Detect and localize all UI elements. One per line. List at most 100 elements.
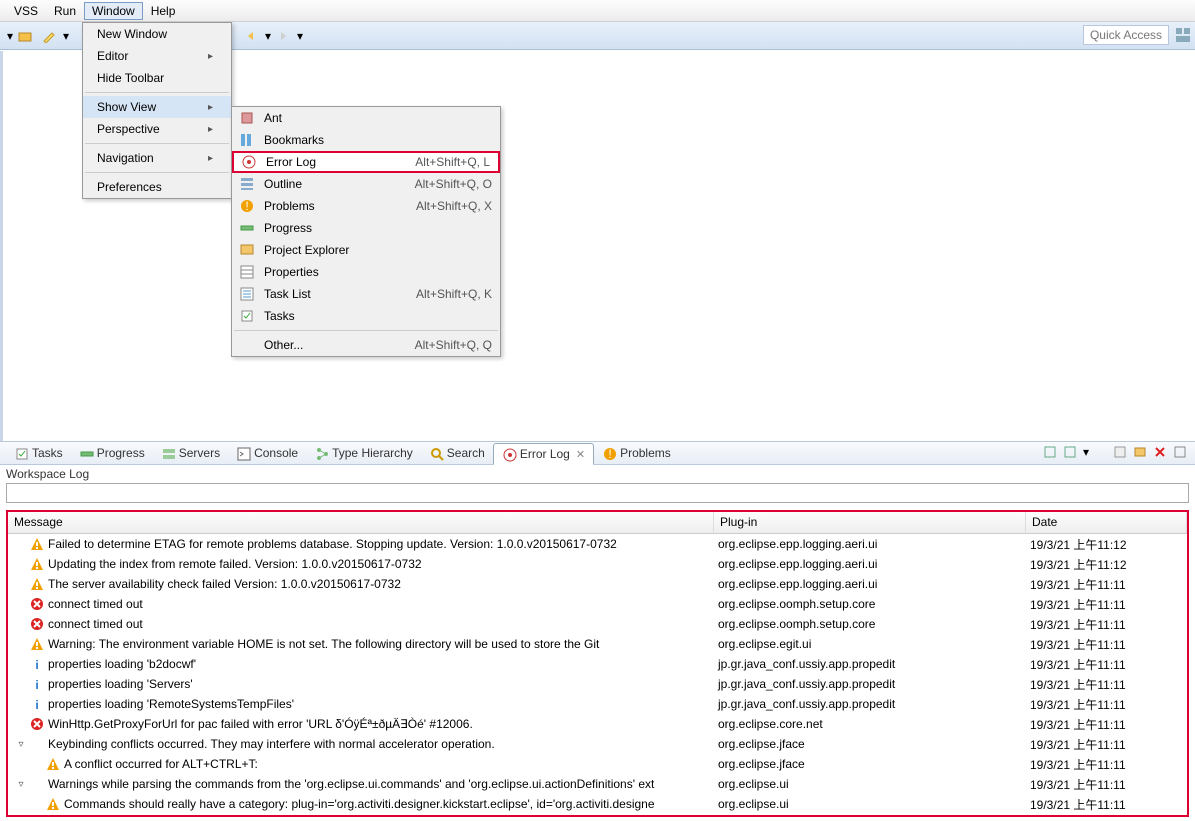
menu-item-new-window[interactable]: New Window: [83, 23, 231, 45]
row-message: Updating the index from remote failed. V…: [48, 557, 422, 571]
table-row[interactable]: connect timed outorg.eclipse.oomph.setup…: [8, 594, 1187, 614]
table-row[interactable]: Commands should really have a category: …: [8, 794, 1187, 814]
table-row[interactable]: iproperties loading 'b2docwf'jp.gr.java_…: [8, 654, 1187, 674]
submenu-item-tasks[interactable]: Tasks: [232, 305, 500, 327]
forward-icon[interactable]: [272, 25, 294, 47]
tab-label: Type Hierarchy: [332, 446, 413, 460]
submenu-item-progress[interactable]: Progress: [232, 217, 500, 239]
menu-vss[interactable]: VSS: [6, 2, 46, 20]
table-row[interactable]: WinHttp.GetProxyForUrl for pac failed wi…: [8, 714, 1187, 734]
tab-search[interactable]: Search: [421, 442, 493, 464]
forward-dd-icon[interactable]: ▾: [296, 25, 304, 47]
menu-item-preferences[interactable]: Preferences: [83, 176, 231, 198]
warn-icon: [46, 797, 60, 811]
tab-label: Servers: [179, 446, 220, 460]
menu-item-perspective[interactable]: Perspective: [83, 118, 231, 140]
menu-item-navigation[interactable]: Navigation: [83, 147, 231, 169]
tab-problems[interactable]: !Problems: [594, 442, 679, 464]
table-row[interactable]: Failed to determine ETAG for remote prob…: [8, 534, 1187, 554]
errorlog-icon: [502, 447, 516, 461]
menu-window[interactable]: Window: [84, 2, 143, 20]
menu-help[interactable]: Help: [143, 2, 184, 20]
submenu-label: Outline: [264, 177, 415, 191]
submenu-accel: Alt+Shift+Q, K: [416, 287, 492, 301]
restore-log-icon[interactable]: [1173, 445, 1189, 461]
row-plugin: org.eclipse.egit.ui: [714, 637, 1026, 651]
blank-icon: [238, 337, 256, 353]
table-row[interactable]: Warning: The environment variable HOME i…: [8, 634, 1187, 654]
back-icon[interactable]: [240, 25, 262, 47]
info-icon: i: [30, 677, 44, 691]
row-date: 19/3/21 上午11:11: [1026, 636, 1187, 653]
table-row[interactable]: iproperties loading 'RemoteSystemsTempFi…: [8, 694, 1187, 714]
tab-servers[interactable]: Servers: [153, 442, 228, 464]
menu-item-editor[interactable]: Editor: [83, 45, 231, 67]
table-row[interactable]: A conflict occurred for ALT+CTRL+T:org.e…: [8, 754, 1187, 774]
submenu-label: Tasks: [264, 309, 492, 323]
submenu-label: Ant: [264, 111, 492, 125]
toolbar-dropdown-icon[interactable]: ▾: [6, 25, 14, 47]
tab-error-log[interactable]: Error Log ✕: [493, 443, 594, 465]
tab-label: Error Log: [520, 447, 570, 461]
none-icon: [30, 737, 44, 751]
table-row[interactable]: Updating the index from remote failed. V…: [8, 554, 1187, 574]
menu-item-hide-toolbar[interactable]: Hide Toolbar: [83, 67, 231, 89]
tasklist-icon: [238, 286, 256, 302]
errorlog-icon: [240, 154, 258, 170]
export-log-icon[interactable]: [1043, 445, 1059, 461]
row-plugin: org.eclipse.jface: [714, 757, 1026, 771]
menu-run[interactable]: Run: [46, 2, 84, 20]
table-row[interactable]: ▿Warnings while parsing the commands fro…: [8, 774, 1187, 794]
submenu-item-task-list[interactable]: Task ListAlt+Shift+Q, K: [232, 283, 500, 305]
submenu-item-bookmarks[interactable]: Bookmarks: [232, 129, 500, 151]
tab-tasks[interactable]: Tasks: [6, 442, 71, 464]
row-date: 19/3/21 上午11:11: [1026, 716, 1187, 733]
tab-progress[interactable]: Progress: [71, 442, 153, 464]
tab-label: Console: [254, 446, 298, 460]
open-icon[interactable]: [14, 25, 36, 47]
tab-console[interactable]: Console: [228, 442, 306, 464]
submenu-item-ant[interactable]: Ant: [232, 107, 500, 129]
submenu-label: Project Explorer: [264, 243, 492, 257]
row-plugin: jp.gr.java_conf.ussiy.app.propedit: [714, 657, 1026, 671]
import-log-icon[interactable]: [1063, 445, 1079, 461]
menu-item-show-view[interactable]: Show View: [83, 96, 231, 118]
submenu-label: Properties: [264, 265, 492, 279]
column-message[interactable]: Message: [8, 512, 714, 533]
submenu-item-problems[interactable]: !ProblemsAlt+Shift+Q, X: [232, 195, 500, 217]
row-plugin: org.eclipse.oomph.setup.core: [714, 617, 1026, 631]
submenu-item-outline[interactable]: OutlineAlt+Shift+Q, O: [232, 173, 500, 195]
warn-icon: [46, 757, 60, 771]
column-date[interactable]: Date: [1026, 512, 1187, 533]
clear-log-icon[interactable]: [1113, 445, 1129, 461]
expand-icon[interactable]: ▿: [16, 739, 26, 750]
problems-icon: !: [238, 198, 256, 214]
table-row[interactable]: iproperties loading 'Servers'jp.gr.java_…: [8, 674, 1187, 694]
submenu-item-other-[interactable]: Other...Alt+Shift+Q, Q: [232, 334, 500, 356]
table-row[interactable]: connect timed outorg.eclipse.oomph.setup…: [8, 614, 1187, 634]
row-plugin: org.eclipse.ui: [714, 797, 1026, 811]
tab-type-hierarchy[interactable]: Type Hierarchy: [306, 442, 421, 464]
submenu-item-error-log[interactable]: Error LogAlt+Shift+Q, L: [232, 151, 500, 173]
table-row[interactable]: The server availability check failed Ver…: [8, 574, 1187, 594]
submenu-item-project-explorer[interactable]: Project Explorer: [232, 239, 500, 261]
perspective-switcher-icon[interactable]: [1175, 27, 1191, 43]
delete-log-icon[interactable]: [1153, 445, 1169, 461]
svg-text:!: !: [245, 199, 248, 213]
table-row[interactable]: ▿Keybinding conflicts occurred. They may…: [8, 734, 1187, 754]
submenu-accel: Alt+Shift+Q, L: [415, 155, 490, 169]
quick-access-input[interactable]: Quick Access: [1083, 25, 1169, 45]
toolbar-dropdown2-icon[interactable]: ▾: [62, 25, 70, 47]
submenu-accel: Alt+Shift+Q, X: [416, 199, 492, 213]
close-icon[interactable]: ✕: [576, 448, 585, 461]
column-plugin[interactable]: Plug-in: [714, 512, 1026, 533]
back-dd-icon[interactable]: ▾: [264, 25, 272, 47]
open-log-icon[interactable]: [1133, 445, 1149, 461]
submenu-item-properties[interactable]: Properties: [232, 261, 500, 283]
log-filter-input[interactable]: [6, 483, 1189, 503]
expand-icon[interactable]: ▿: [16, 779, 26, 790]
edit-icon[interactable]: [38, 25, 60, 47]
view-menu-icon[interactable]: ▾: [1083, 445, 1099, 461]
progress-icon: [238, 220, 256, 236]
warn-icon: [30, 577, 44, 591]
